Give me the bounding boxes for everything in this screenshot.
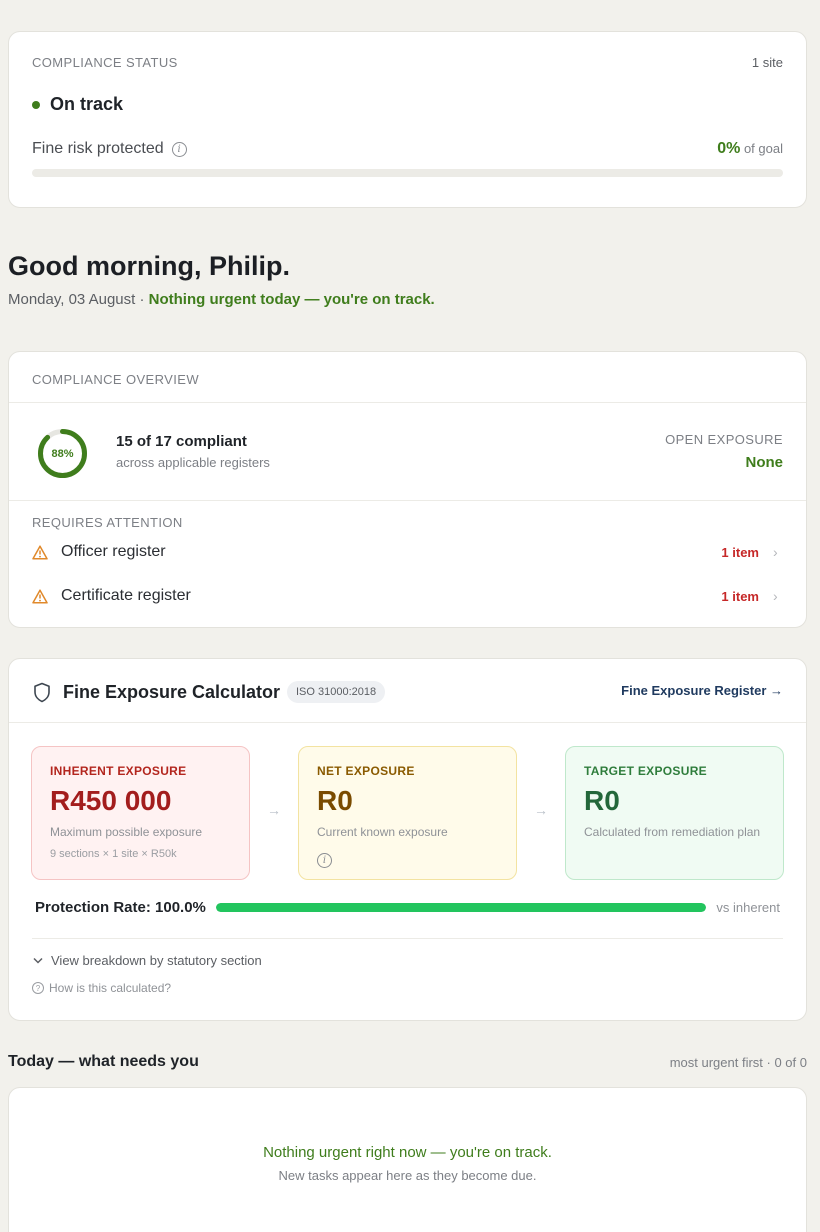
warning-icon — [32, 544, 48, 560]
attention-heading: REQUIRES ATTENTION — [32, 515, 183, 530]
attention-item-label: Certificate register — [61, 587, 191, 604]
protection-rate-vs: vs inherent — [716, 900, 780, 915]
risk-label-group: Fine risk protected i — [32, 140, 187, 158]
empty-state-sub: New tasks appear here as they become due… — [278, 1168, 537, 1183]
help-icon: ? — [32, 982, 44, 994]
site-count[interactable]: 1 site — [752, 55, 783, 70]
status-dot-icon — [32, 100, 40, 109]
risk-suffix: of goal — [743, 141, 783, 156]
protection-rate-fill — [215, 903, 707, 912]
risk-value-group: 0% of goal — [717, 140, 783, 158]
compliance-overview-card: COMPLIANCE OVERVIEW 88% 15 of 17 complia… — [8, 351, 807, 628]
warning-icon — [32, 588, 48, 604]
net-exposure-box: NET EXPOSURE R0 Current known exposure i — [298, 746, 517, 880]
arrow-right-icon: → — [534, 802, 548, 818]
risk-value: 0% — [717, 140, 741, 157]
shield-icon — [34, 682, 50, 703]
today-meta: most urgent first · 0 of 0 — [669, 1055, 807, 1070]
inherent-exposure-note: 9 sections × 1 site × R50k — [50, 848, 177, 860]
attention-item-count: 1 item — [721, 544, 759, 560]
overview-heading: COMPLIANCE OVERVIEW — [32, 372, 200, 387]
view-breakdown-toggle[interactable]: View breakdown by statutory section — [33, 953, 262, 968]
calculator-title: Fine Exposure Calculator — [63, 682, 281, 702]
protection-rate-bar — [215, 903, 707, 912]
how-calculated-label: How is this calculated? — [49, 981, 172, 995]
risk-label: Fine risk protected — [32, 140, 164, 157]
target-exposure-value: R0 — [584, 785, 620, 816]
attention-item-label: Officer register — [61, 543, 166, 560]
status-indicator: On track — [32, 94, 123, 115]
attention-item-officer-register[interactable]: Officer register 1 item › — [32, 530, 783, 574]
target-exposure-box: TARGET EXPOSURE R0 Calculated from remed… — [565, 746, 784, 880]
protection-rate-label: Protection Rate: 100.0% — [35, 899, 206, 916]
compliance-status-card: COMPLIANCE STATUS 1 site On track Fine r… — [8, 31, 807, 208]
inherent-exposure-label: INHERENT EXPOSURE — [50, 764, 187, 778]
empty-state-message: Nothing urgent right now — you're on tra… — [263, 1144, 552, 1161]
status-text: On track — [50, 94, 124, 114]
inherent-exposure-value: R450 000 — [50, 785, 172, 816]
open-exposure-value: None — [745, 454, 784, 471]
greeting-date: Monday, 03 August · — [8, 291, 149, 308]
greeting-message: Nothing urgent today — you're on track. — [148, 291, 435, 308]
divider — [32, 938, 783, 939]
compliant-count: 15 of 17 compliant — [116, 433, 247, 450]
target-exposure-label: TARGET EXPOSURE — [584, 764, 707, 778]
chevron-right-icon: › — [773, 588, 778, 604]
fine-exposure-register-link[interactable]: Fine Exposure Register → — [621, 683, 783, 698]
net-exposure-label: NET EXPOSURE — [317, 764, 415, 778]
how-calculated-link[interactable]: ? How is this calculated? — [32, 981, 171, 995]
open-exposure-label: OPEN EXPOSURE — [665, 432, 783, 447]
today-title: Today — what needs you — [8, 1053, 199, 1070]
net-exposure-value: R0 — [317, 785, 353, 816]
attention-item-certificate-register[interactable]: Certificate register 1 item › — [32, 574, 783, 618]
target-exposure-sub: Calculated from remediation plan — [584, 825, 761, 839]
inherent-exposure-sub: Maximum possible exposure — [50, 825, 203, 839]
chevron-right-icon: › — [773, 544, 778, 560]
risk-progress-bar — [32, 169, 783, 177]
iso-badge: ISO 31000:2018 — [287, 681, 386, 703]
arrow-right-icon: → — [267, 802, 281, 818]
view-breakdown-label: View breakdown by statutory section — [51, 953, 262, 968]
compliance-percent: 88% — [51, 447, 74, 460]
greeting-title: Good morning, Philip. — [8, 251, 290, 281]
chevron-down-icon — [33, 957, 43, 964]
overview-summary: 88% 15 of 17 compliant across applicable… — [9, 403, 806, 501]
compliant-sub: across applicable registers — [116, 455, 270, 470]
info-icon[interactable]: i — [317, 853, 332, 868]
info-icon[interactable]: i — [171, 141, 187, 157]
inherent-exposure-box: INHERENT EXPOSURE R450 000 Maximum possi… — [31, 746, 250, 880]
net-exposure-sub: Current known exposure — [317, 825, 448, 839]
greeting-subline: Monday, 03 August · Nothing urgent today… — [8, 291, 435, 308]
status-heading: COMPLIANCE STATUS — [32, 55, 178, 70]
today-tasks-card: Nothing urgent right now — you're on tra… — [8, 1087, 807, 1232]
fine-exposure-calculator-card: Fine Exposure Calculator ISO 31000:2018 … — [8, 658, 807, 1021]
attention-item-count: 1 item — [721, 588, 759, 604]
